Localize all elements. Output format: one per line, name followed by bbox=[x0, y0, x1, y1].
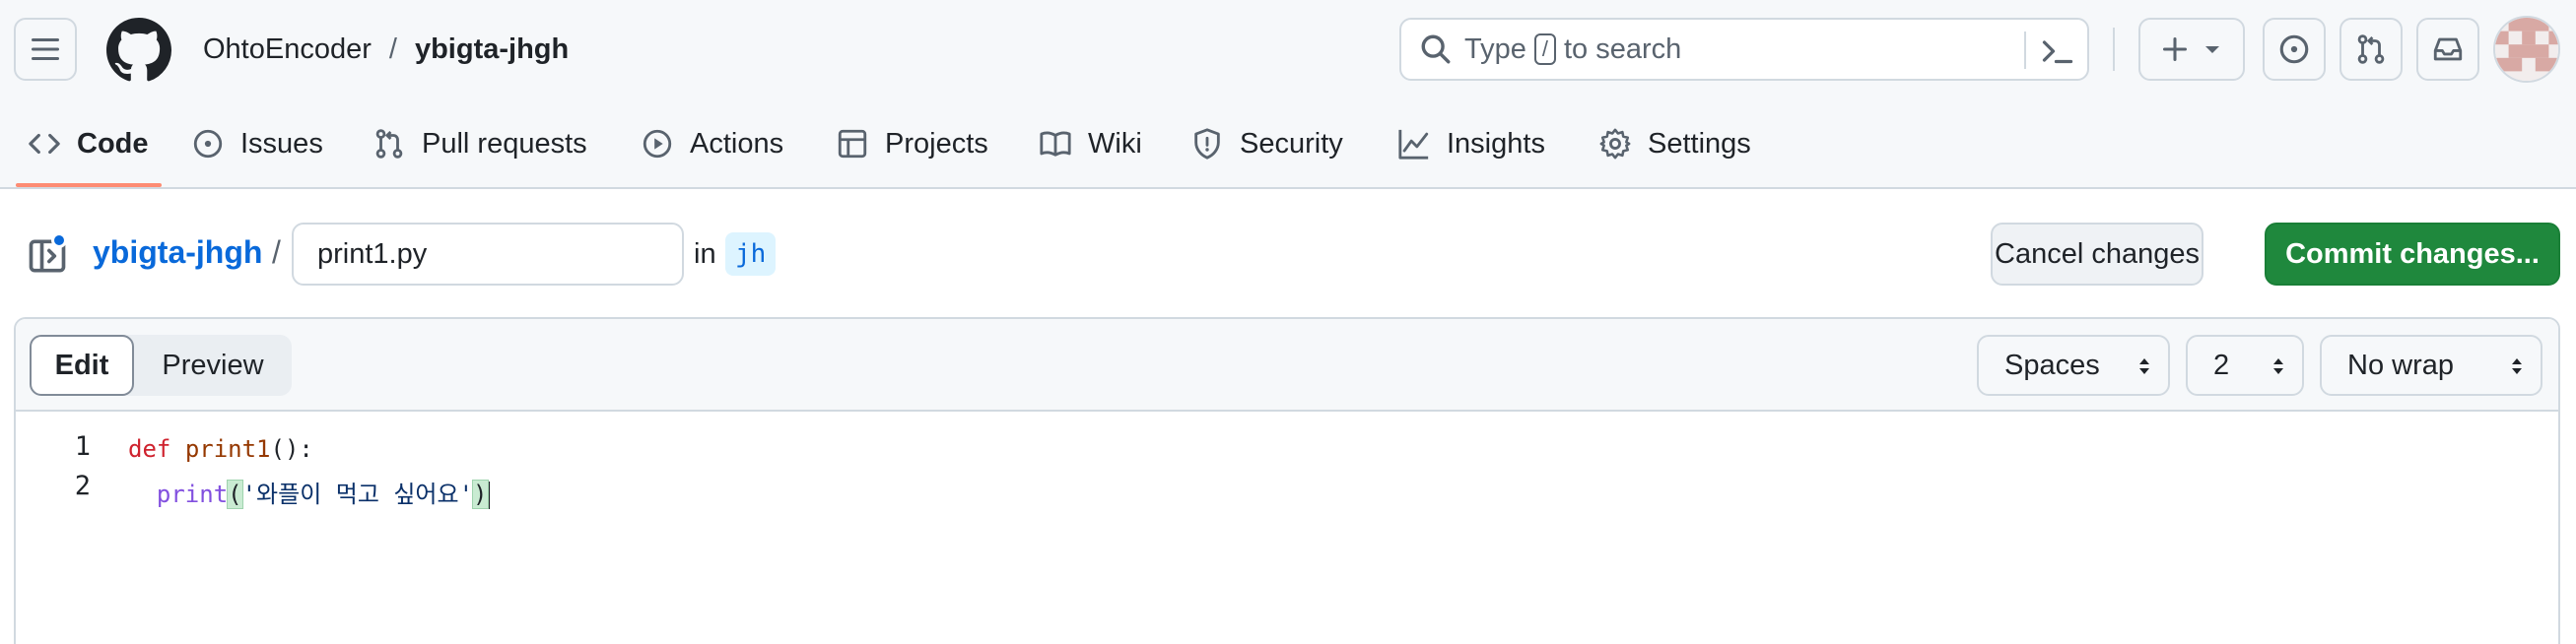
filename-input[interactable]: print1.py bbox=[292, 223, 684, 286]
cancel-changes-label: Cancel changes bbox=[1995, 237, 2200, 270]
issue-opened-icon bbox=[2279, 34, 2309, 64]
code-line-2[interactable]: print('와플이 먹고 싶어요') bbox=[128, 475, 490, 509]
matching-bracket: ( bbox=[227, 480, 243, 509]
search-placeholder: Type / to search bbox=[1464, 33, 1681, 66]
commit-changes-label: Commit changes... bbox=[2285, 237, 2540, 270]
gear-icon bbox=[1599, 128, 1631, 160]
code-line-1[interactable]: def print1(): bbox=[128, 435, 313, 463]
editor-mode-tabs: Edit Preview bbox=[30, 335, 292, 396]
search-prefix: Type bbox=[1464, 32, 1526, 65]
filename-value: print1.py bbox=[317, 237, 428, 270]
search-suffix: to search bbox=[1564, 32, 1682, 65]
function-name-token: print1 bbox=[184, 435, 271, 463]
matching-bracket: ) bbox=[472, 480, 489, 509]
book-icon bbox=[1040, 131, 1071, 157]
tab-security-label: Security bbox=[1240, 127, 1343, 160]
shield-icon bbox=[1194, 128, 1220, 160]
tab-issues-label: Issues bbox=[240, 127, 323, 160]
pull-request-icon bbox=[2357, 34, 2385, 64]
tab-insights[interactable]: Insights bbox=[1397, 122, 1545, 165]
avatar[interactable] bbox=[2493, 16, 2560, 83]
tab-settings-label: Settings bbox=[1648, 127, 1751, 160]
search-icon bbox=[1421, 34, 1451, 64]
github-logo-icon[interactable] bbox=[106, 18, 171, 83]
string-token: '와플이 먹고 싶어요' bbox=[241, 481, 474, 508]
inbox-button[interactable] bbox=[2416, 18, 2479, 81]
editor-repo-link[interactable]: ybigta-jhgh bbox=[93, 234, 262, 271]
keyword-token: def bbox=[128, 435, 171, 463]
hamburger-icon bbox=[32, 38, 59, 60]
tab-preview[interactable]: Preview bbox=[134, 335, 292, 396]
line-number: 2 bbox=[74, 471, 91, 501]
unsaved-indicator-dot bbox=[51, 232, 67, 248]
graph-icon bbox=[1398, 129, 1429, 160]
caret-down-icon bbox=[2205, 46, 2219, 53]
tab-pull-requests-label: Pull requests bbox=[422, 127, 587, 160]
pull-request-icon bbox=[375, 129, 403, 159]
indent-mode-select[interactable]: Spaces bbox=[1977, 335, 2170, 396]
code-editor: Edit Preview Spaces 2 No wrap 1 def prin… bbox=[14, 317, 2560, 644]
tab-code-label: Code bbox=[77, 127, 149, 160]
selected-tab-underline bbox=[16, 183, 162, 187]
tab-edit[interactable]: Edit bbox=[30, 335, 134, 396]
tab-projects[interactable]: Projects bbox=[836, 122, 988, 165]
builtin-function-token: print bbox=[156, 481, 229, 508]
search-input[interactable]: Type / to search bbox=[1399, 18, 2089, 81]
tab-security[interactable]: Security bbox=[1190, 122, 1343, 165]
issue-icon bbox=[193, 129, 223, 159]
play-icon bbox=[643, 129, 672, 159]
line-number: 1 bbox=[74, 431, 91, 462]
menu-button[interactable] bbox=[14, 18, 77, 81]
code-area[interactable]: 1 def print1(): 2 print('와플이 먹고 싶어요') bbox=[16, 414, 2558, 644]
breadcrumb-separator: / bbox=[388, 32, 397, 65]
cancel-changes-button[interactable]: Cancel changes bbox=[1991, 223, 2203, 286]
avatar-identicon-icon bbox=[2495, 18, 2558, 81]
wrap-mode-select[interactable]: No wrap bbox=[2320, 335, 2542, 396]
commit-changes-button[interactable]: Commit changes... bbox=[2265, 223, 2560, 286]
tab-actions[interactable]: Actions bbox=[641, 122, 783, 165]
search-divider bbox=[2024, 32, 2026, 69]
inbox-icon bbox=[2433, 37, 2463, 61]
editor-header: Edit Preview Spaces 2 No wrap bbox=[16, 319, 2558, 412]
issues-button[interactable] bbox=[2263, 18, 2326, 81]
indent-mode-value: Spaces bbox=[2004, 349, 2100, 381]
tab-actions-label: Actions bbox=[690, 127, 784, 160]
pull-requests-button[interactable] bbox=[2339, 18, 2403, 81]
create-new-button[interactable] bbox=[2138, 18, 2245, 81]
tab-issues[interactable]: Issues bbox=[191, 122, 323, 165]
tab-insights-label: Insights bbox=[1447, 127, 1545, 160]
table-icon bbox=[838, 129, 867, 159]
branch-name-badge: jh bbox=[725, 232, 777, 276]
text-cursor bbox=[487, 482, 490, 509]
tab-settings[interactable]: Settings bbox=[1598, 122, 1751, 165]
indent-size-select[interactable]: 2 bbox=[2186, 335, 2304, 396]
tab-wiki-label: Wiki bbox=[1088, 127, 1142, 160]
branch-in-label: in bbox=[694, 238, 716, 270]
command-palette-icon[interactable] bbox=[2040, 33, 2075, 69]
wrap-mode-value: No wrap bbox=[2347, 349, 2454, 381]
tab-projects-label: Projects bbox=[885, 127, 988, 160]
plus-icon bbox=[2162, 36, 2188, 62]
header-divider bbox=[2113, 28, 2115, 71]
indent-size-value: 2 bbox=[2213, 349, 2230, 381]
code-icon bbox=[29, 133, 60, 155]
owner-link[interactable]: OhtoEncoder bbox=[203, 33, 372, 66]
search-shortcut-key: / bbox=[1533, 33, 1556, 65]
tab-wiki[interactable]: Wiki bbox=[1039, 122, 1142, 165]
select-arrows-icon bbox=[2273, 358, 2283, 374]
repo-breadcrumb: OhtoEncoder / ybigta-jhgh bbox=[203, 30, 569, 69]
tab-code[interactable]: Code bbox=[28, 122, 149, 165]
select-arrows-icon bbox=[2512, 358, 2522, 374]
editor-breadcrumb-separator: / bbox=[272, 234, 281, 270]
repo-link[interactable]: ybigta-jhgh bbox=[415, 33, 569, 66]
select-arrows-icon bbox=[2139, 358, 2149, 374]
tab-pull-requests[interactable]: Pull requests bbox=[373, 122, 587, 165]
